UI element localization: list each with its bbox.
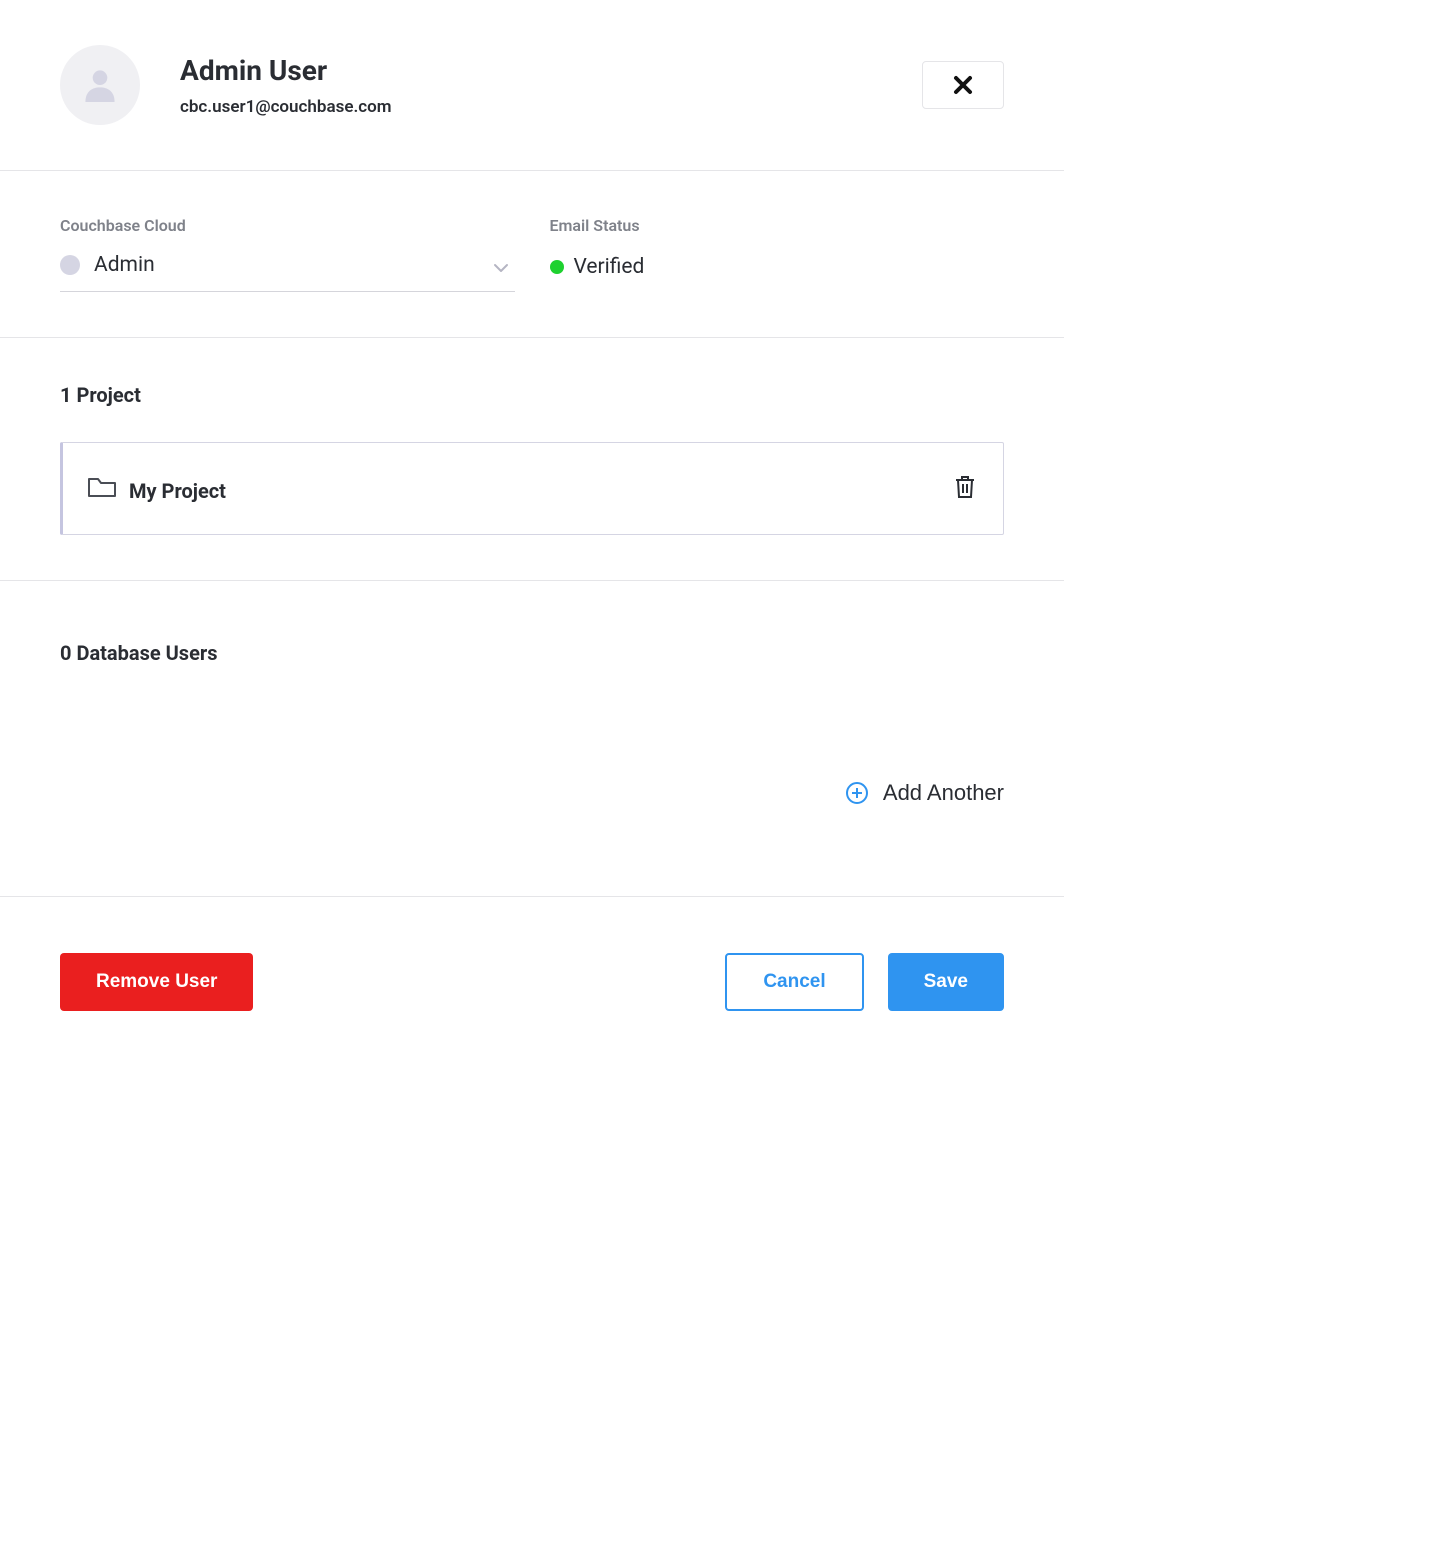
email-status-field: Email Status Verified xyxy=(550,216,1005,292)
add-another-label: Add Another xyxy=(883,780,1004,806)
cloud-role-value: Admin xyxy=(94,253,155,277)
user-block: Admin User cbc.user1@couchbase.com xyxy=(60,45,392,125)
user-email: cbc.user1@couchbase.com xyxy=(180,97,392,117)
avatar xyxy=(60,45,140,125)
email-status-value: Verified xyxy=(574,255,645,279)
save-button[interactable]: Save xyxy=(888,953,1004,1011)
user-icon xyxy=(85,68,115,102)
chevron-down-icon xyxy=(493,259,509,278)
project-left: My Project xyxy=(87,475,226,503)
cancel-button[interactable]: Cancel xyxy=(725,953,863,1011)
plus-circle-icon xyxy=(845,781,869,805)
delete-project-button[interactable] xyxy=(951,471,979,506)
close-icon xyxy=(953,75,973,95)
email-status-label: Email Status xyxy=(550,216,1005,235)
user-name: Admin User xyxy=(180,54,392,87)
email-status-row: Verified xyxy=(550,253,1005,279)
db-users-section: 0 Database Users Add Another xyxy=(0,581,1064,896)
user-meta: Admin User cbc.user1@couchbase.com xyxy=(180,54,392,117)
footer-right: Cancel Save xyxy=(725,953,1004,1011)
cloud-role-select[interactable]: Admin xyxy=(60,253,515,292)
trash-icon xyxy=(955,475,975,499)
role-status-row: Couchbase Cloud Admin Email Status Verif… xyxy=(0,171,1064,337)
add-another-button[interactable]: Add Another xyxy=(845,780,1004,806)
cloud-role-field: Couchbase Cloud Admin xyxy=(60,216,515,292)
folder-icon xyxy=(87,475,117,503)
remove-user-button[interactable]: Remove User xyxy=(60,953,253,1011)
cloud-role-label: Couchbase Cloud xyxy=(60,216,515,235)
close-button[interactable] xyxy=(922,61,1004,109)
role-dot-icon xyxy=(60,255,80,275)
db-users-heading: 0 Database Users xyxy=(60,641,1004,665)
projects-heading: 1 Project xyxy=(60,383,1004,407)
project-card[interactable]: My Project xyxy=(60,442,1004,535)
footer-actions: Remove User Cancel Save xyxy=(0,897,1064,1067)
projects-section: 1 Project My Project xyxy=(0,338,1064,580)
status-dot-icon xyxy=(550,260,564,274)
user-header: Admin User cbc.user1@couchbase.com xyxy=(0,0,1064,170)
project-name: My Project xyxy=(129,479,226,503)
